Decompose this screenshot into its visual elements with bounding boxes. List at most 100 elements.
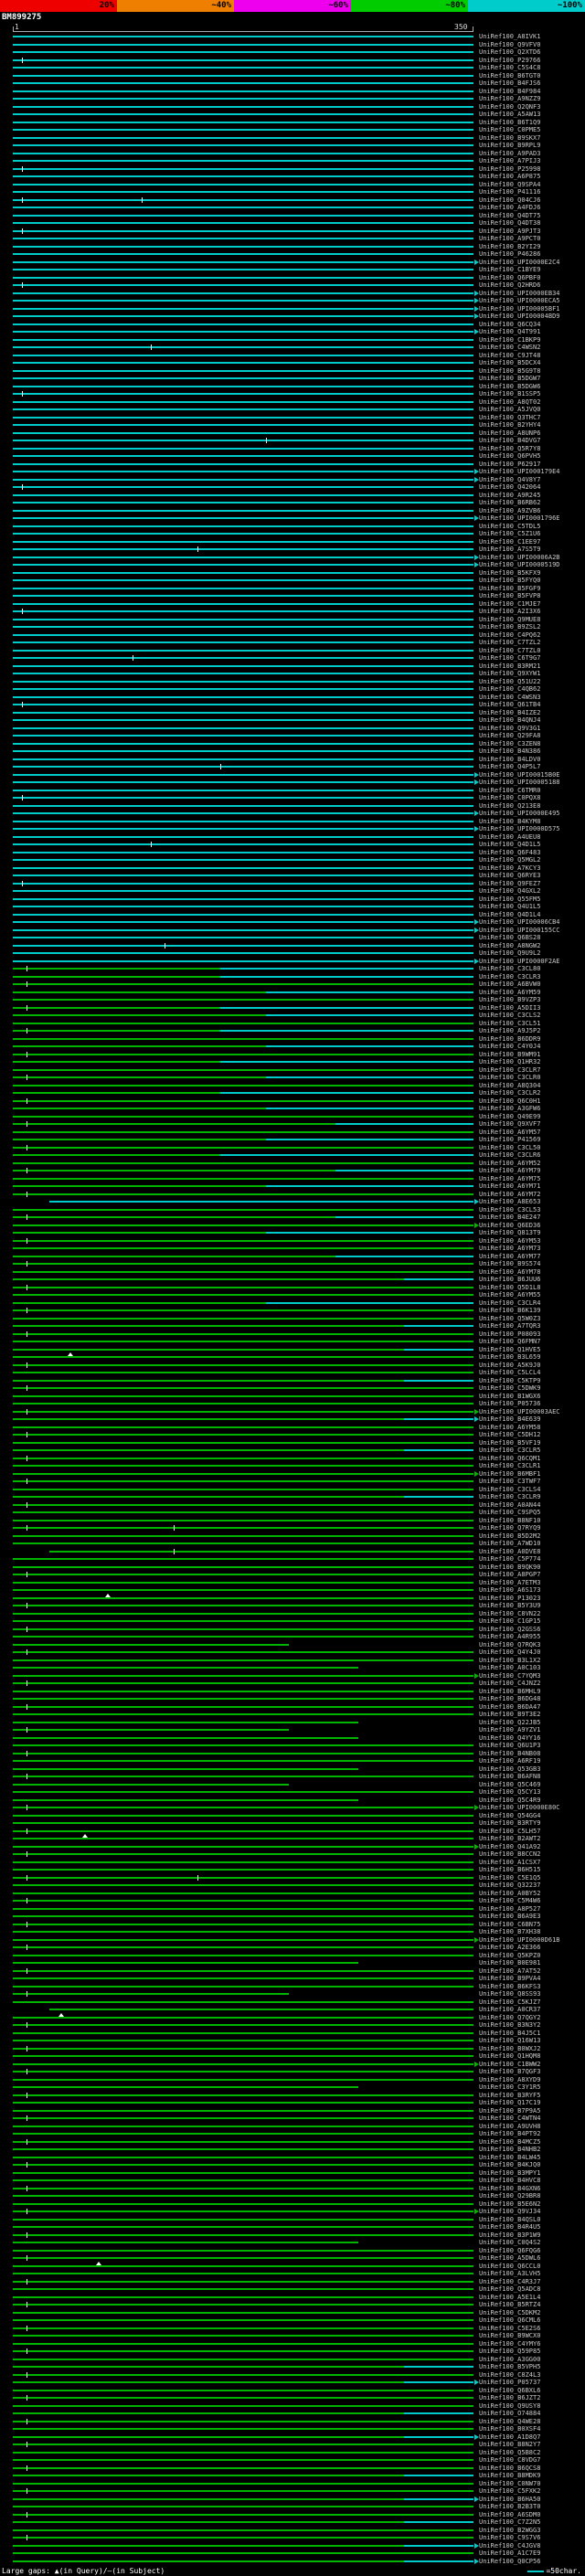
hit-row[interactable]: UniRef100_Q5MGL2	[0, 856, 585, 864]
alignment-bar[interactable]	[0, 896, 477, 904]
hit-label[interactable]: UniRef100_Q2GSS6	[479, 1626, 540, 1634]
alignment-bar[interactable]	[0, 1788, 477, 1797]
hit-label[interactable]: UniRef100_A6YM72	[479, 1191, 540, 1199]
alignment-bar[interactable]	[0, 942, 477, 950]
hit-row[interactable]: UniRef100_C3CLR1	[0, 1462, 585, 1470]
hit-label[interactable]: UniRef100_B5Y3U9	[479, 1602, 540, 1610]
hit-row[interactable]: UniRef100_B6JUU6	[0, 1276, 585, 1284]
hit-label[interactable]: UniRef100_C4WSN2	[479, 344, 540, 352]
hit-label[interactable]: UniRef100_C3ZEN8	[479, 740, 540, 748]
hit-row[interactable]: UniRef100_Q1HVE5	[0, 1346, 585, 1354]
hit-row[interactable]: UniRef100_B9RPL9	[0, 142, 585, 150]
hit-label[interactable]: UniRef100_B5DGW6	[479, 383, 540, 391]
alignment-bar[interactable]	[0, 927, 479, 935]
hit-label[interactable]: UniRef100_C3CLR4	[479, 1299, 540, 1308]
alignment-bar[interactable]	[0, 1540, 477, 1548]
hit-label[interactable]: UniRef100_A8NGW2	[479, 942, 540, 950]
alignment-bar[interactable]	[0, 1035, 477, 1044]
alignment-bar[interactable]	[0, 165, 477, 174]
alignment-bar[interactable]	[0, 2410, 477, 2418]
alignment-bar[interactable]	[0, 740, 477, 748]
alignment-bar[interactable]	[0, 2402, 477, 2411]
alignment-bar[interactable]	[0, 196, 477, 205]
hit-label[interactable]: UniRef100_B3P1W9	[479, 2231, 540, 2240]
hit-label[interactable]: UniRef100_Q32237	[479, 1882, 540, 1890]
hit-row[interactable]: UniRef100_Q04CJ6	[0, 196, 585, 205]
hit-row[interactable]: UniRef100_A7AT52	[0, 1967, 585, 1976]
hit-label[interactable]: UniRef100_B4J5C1	[479, 2030, 540, 2038]
hit-label[interactable]: UniRef100_A8PGP7	[479, 1571, 540, 1579]
hit-label[interactable]: UniRef100_C4WSN3	[479, 694, 540, 702]
hit-label[interactable]: UniRef100_UPI000179E4	[479, 468, 560, 476]
alignment-bar[interactable]	[0, 328, 479, 336]
alignment-bar[interactable]	[0, 996, 477, 1004]
alignment-bar[interactable]	[0, 445, 477, 453]
hit-row[interactable]: UniRef100_B5DGW6	[0, 383, 585, 391]
alignment-bar[interactable]	[0, 1952, 477, 1960]
alignment-bar[interactable]	[0, 1641, 477, 1649]
hit-label[interactable]: UniRef100_B5VF19	[479, 1439, 540, 1447]
hit-label[interactable]: UniRef100_C5LCL4	[479, 1369, 540, 1377]
hit-row[interactable]: UniRef100_B9T3E2	[0, 1711, 585, 1719]
alignment-bar[interactable]	[0, 1191, 477, 1199]
alignment-bar[interactable]	[0, 1253, 477, 1261]
alignment-bar[interactable]	[0, 2278, 477, 2286]
hit-label[interactable]: UniRef100_A4R955	[479, 1633, 540, 1641]
hit-row[interactable]: UniRef100_C3TWF7	[0, 1478, 585, 1486]
hit-row[interactable]: UniRef100_P13023	[0, 1593, 585, 1603]
alignment-bar[interactable]	[0, 313, 479, 321]
alignment-bar[interactable]	[0, 1245, 477, 1253]
hit-row[interactable]: UniRef100_B3MPY1	[0, 2169, 585, 2178]
alignment-bar[interactable]	[0, 1105, 477, 1113]
hit-label[interactable]: UniRef100_UPI00005188	[479, 779, 560, 787]
alignment-bar[interactable]	[0, 212, 477, 220]
hit-label[interactable]: UniRef100_Q5D1L8	[479, 1284, 540, 1292]
hit-row[interactable]: UniRef100_Q4D1L5	[0, 841, 585, 849]
alignment-bar[interactable]	[0, 266, 477, 274]
hit-row[interactable]: UniRef100_C4WSN2	[0, 344, 585, 352]
hit-row[interactable]: UniRef100_B2YI29	[0, 243, 585, 251]
alignment-bar[interactable]	[0, 631, 477, 640]
alignment-bar[interactable]	[0, 802, 477, 811]
hit-label[interactable]: UniRef100_Q22JB5	[479, 1719, 540, 1727]
alignment-bar[interactable]	[0, 95, 477, 103]
hit-label[interactable]: UniRef100_C4JNZ2	[479, 1680, 540, 1688]
hit-label[interactable]: UniRef100_C5P774	[479, 1555, 540, 1564]
alignment-bar[interactable]	[0, 1812, 477, 1820]
hit-label[interactable]: UniRef100_C5TDL5	[479, 523, 540, 531]
alignment-bar[interactable]	[0, 2092, 477, 2100]
alignment-bar[interactable]	[0, 1781, 477, 1789]
hit-row[interactable]: UniRef100_A9UVH8	[0, 2123, 585, 2131]
hit-row[interactable]: UniRef100_A9ZVB6	[0, 507, 585, 515]
alignment-bar[interactable]	[0, 103, 477, 111]
alignment-bar[interactable]	[0, 1921, 477, 1929]
hit-label[interactable]: UniRef100_Q9SPA4	[479, 181, 540, 189]
hit-label[interactable]: UniRef100_P62917	[479, 461, 540, 469]
hit-label[interactable]: UniRef100_A6SDM0	[479, 2511, 540, 2519]
alignment-bar[interactable]	[0, 1750, 477, 1758]
alignment-bar[interactable]	[0, 1027, 477, 1035]
hit-label[interactable]: UniRef100_UPI0000E495	[479, 810, 560, 818]
alignment-bar[interactable]	[0, 1424, 477, 1432]
alignment-bar[interactable]	[0, 1711, 477, 1719]
alignment-bar[interactable]	[0, 1144, 477, 1152]
hit-label[interactable]: UniRef100_C3CLR6	[479, 1151, 540, 1160]
hit-row[interactable]: UniRef100_B6DA47	[0, 1703, 585, 1712]
hit-label[interactable]: UniRef100_C7Z2N5	[479, 2518, 540, 2527]
alignment-bar[interactable]	[0, 2037, 477, 2045]
alignment-bar[interactable]	[0, 569, 477, 578]
alignment-bar[interactable]	[0, 911, 477, 919]
hit-row[interactable]: UniRef100_Q59P85	[0, 2348, 585, 2356]
hit-label[interactable]: UniRef100_Q9VJ34	[479, 2208, 540, 2216]
alignment-bar[interactable]	[0, 608, 477, 616]
alignment-bar[interactable]	[0, 1828, 477, 1836]
hit-row[interactable]: UniRef100_C5TDL5	[0, 523, 585, 531]
hit-row[interactable]: UniRef100_A6YM79	[0, 1167, 585, 1175]
hit-row[interactable]: UniRef100_C3CLR9	[0, 1493, 585, 1501]
alignment-bar[interactable]	[0, 2030, 477, 2038]
hit-row[interactable]: UniRef100_A6SDM0	[0, 2511, 585, 2519]
hit-row[interactable]: UniRef100_A0CR37	[0, 2006, 585, 2014]
alignment-bar[interactable]	[0, 2154, 477, 2162]
hit-row[interactable]: UniRef100_Q6CQM1	[0, 1455, 585, 1463]
hit-row[interactable]: UniRef100_Q4WE28	[0, 2418, 585, 2426]
